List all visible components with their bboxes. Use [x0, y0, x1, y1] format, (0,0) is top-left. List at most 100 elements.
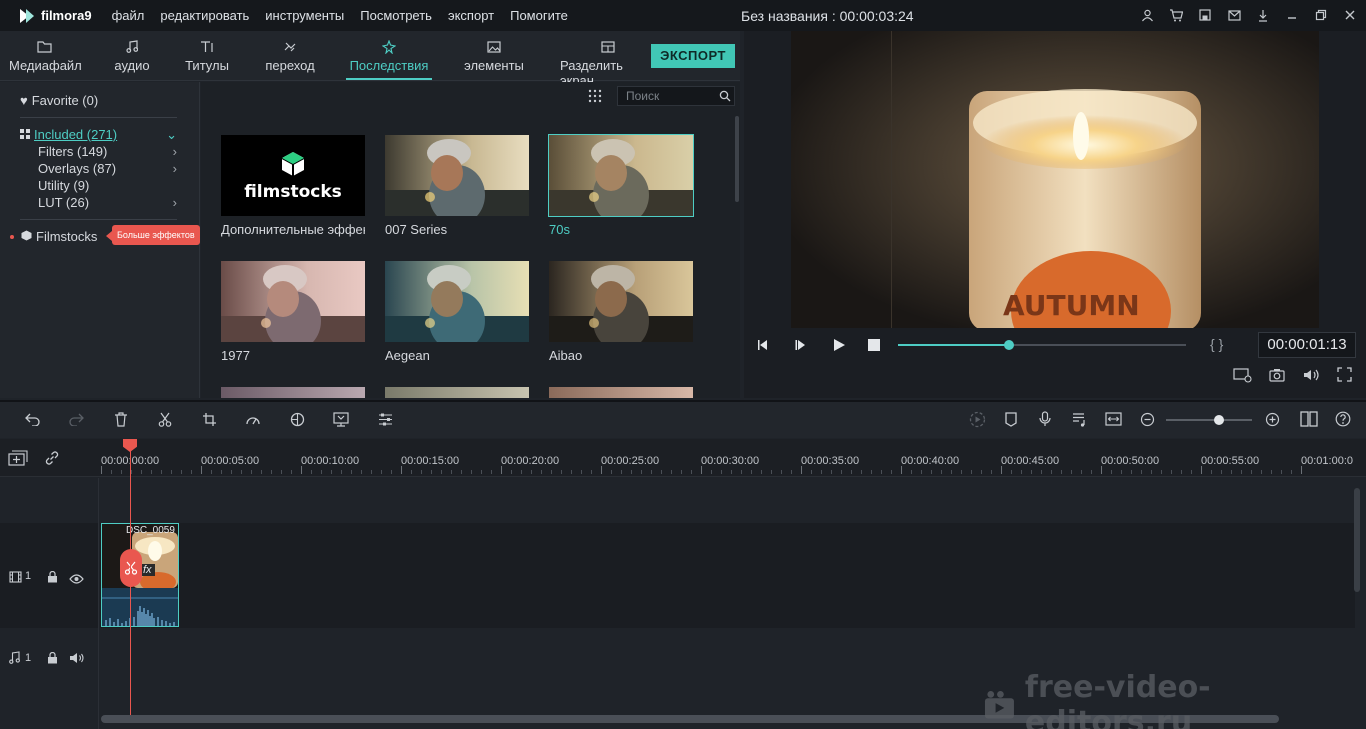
search-input[interactable]: Поиск	[617, 86, 735, 106]
stop-icon[interactable]	[868, 339, 880, 354]
timeline-vertical-scrollbar[interactable]	[1354, 488, 1360, 592]
undo-icon[interactable]	[24, 410, 42, 428]
speaker-icon[interactable]	[69, 651, 84, 669]
tab-effects[interactable]: Последствия	[347, 39, 431, 73]
zoom-slider-track[interactable]	[1166, 419, 1252, 421]
mail-icon[interactable]	[1226, 7, 1242, 23]
sidebar-item-overlays[interactable]: Overlays (87)	[38, 161, 116, 176]
fit-timeline-icon[interactable]	[1104, 410, 1122, 428]
split-scissors-icon[interactable]	[120, 549, 142, 587]
ruler-tick-minor	[741, 470, 742, 474]
green-screen-icon[interactable]	[332, 410, 350, 428]
color-icon[interactable]	[288, 410, 306, 428]
audio-mixer-icon[interactable]	[376, 410, 394, 428]
menu-help[interactable]: Помогите	[510, 8, 568, 23]
step-back-icon[interactable]	[756, 338, 770, 355]
link-icon[interactable]	[44, 450, 60, 471]
lock-icon[interactable]	[47, 651, 58, 669]
effects-scrollbar[interactable]	[735, 116, 739, 202]
ruler-tick-major	[701, 466, 702, 474]
save-icon[interactable]	[1197, 7, 1213, 23]
snapshot-icon[interactable]	[1269, 368, 1285, 385]
audio-track-number: 1	[25, 652, 32, 664]
speed-icon[interactable]	[244, 410, 262, 428]
effect-thumb-70s[interactable]	[548, 134, 694, 217]
cut-icon[interactable]	[156, 410, 174, 428]
ruler-tick-minor	[311, 470, 312, 474]
fullscreen-icon[interactable]	[1337, 367, 1352, 385]
sidebar-item-filters[interactable]: Filters (149)	[38, 144, 107, 159]
ruler-tick-minor	[771, 470, 772, 474]
effect-thumb-aegean[interactable]	[385, 261, 529, 342]
watermark-text: free-video-editors.ru	[1024, 670, 1211, 729]
voiceover-icon[interactable]	[1070, 410, 1088, 428]
chevron-down-icon[interactable]: ⌄	[166, 127, 177, 143]
close-icon[interactable]	[1342, 7, 1358, 23]
sidebar-item-label: Favorite (0)	[31, 93, 99, 108]
export-button[interactable]: ЭКСПОРТ	[651, 44, 735, 68]
mark-in-out-brackets[interactable]: { }	[1210, 336, 1223, 352]
tab-titles[interactable]: Титулы	[184, 40, 230, 73]
tab-media[interactable]: Медиафайл	[9, 40, 82, 73]
sidebar-item-utility[interactable]: Utility (9)	[38, 178, 89, 193]
minimize-icon[interactable]	[1284, 7, 1300, 23]
display-settings-icon[interactable]	[1233, 367, 1253, 386]
download-icon[interactable]	[1255, 7, 1271, 23]
zoom-out-icon[interactable]	[1138, 410, 1156, 428]
chevron-right-icon[interactable]: ›	[173, 161, 177, 176]
marker-icon[interactable]	[1002, 410, 1020, 428]
play-icon[interactable]	[832, 338, 846, 355]
ruler-tick-label: 00:00:45:00	[1001, 455, 1060, 467]
effect-thumb-1977[interactable]	[221, 261, 365, 342]
search-icon[interactable]	[719, 89, 731, 107]
effect-thumb-partial[interactable]	[221, 387, 365, 398]
chevron-right-icon[interactable]: ›	[173, 144, 177, 159]
effect-thumb-007-series[interactable]	[385, 135, 529, 216]
tab-label: Титулы	[185, 58, 229, 73]
menu-view[interactable]: Посмотреть	[360, 8, 432, 23]
tab-audio[interactable]: аудио	[112, 40, 152, 73]
ruler-tick-minor	[531, 470, 532, 474]
lock-icon[interactable]	[47, 570, 58, 588]
video-track-number: 1	[25, 570, 32, 582]
microphone-icon[interactable]	[1036, 410, 1054, 428]
help-icon[interactable]	[1334, 410, 1352, 428]
delete-icon[interactable]	[112, 410, 130, 428]
cart-icon[interactable]	[1168, 7, 1184, 23]
account-icon[interactable]	[1139, 7, 1155, 23]
effect-thumb-filmstocks[interactable]: filmstocks	[221, 135, 365, 216]
add-track-icon[interactable]	[8, 450, 28, 471]
effect-thumb-partial[interactable]	[549, 387, 693, 398]
tab-elements[interactable]: элементы	[462, 40, 526, 73]
more-effects-tooltip[interactable]: Больше эффектов	[106, 225, 200, 245]
effect-thumb-aibao[interactable]	[549, 261, 693, 342]
sidebar-item-lut[interactable]: LUT (26)	[38, 195, 89, 210]
layout-icon[interactable]	[1299, 410, 1319, 428]
sidebar-item-favorite[interactable]: ♥ Favorite (0)	[20, 93, 98, 108]
chevron-right-icon[interactable]: ›	[173, 195, 177, 210]
tab-transitions[interactable]: переход	[264, 40, 316, 73]
ruler-tick-minor	[1051, 470, 1052, 474]
menu-tools[interactable]: инструменты	[265, 8, 344, 23]
render-icon[interactable]	[968, 410, 986, 428]
grid-view-icon[interactable]	[588, 89, 602, 108]
menu-edit[interactable]: редактировать	[160, 8, 249, 23]
redo-icon[interactable]	[67, 410, 85, 428]
ruler-tick-minor	[1081, 470, 1082, 474]
eye-icon[interactable]	[69, 571, 84, 589]
menu-export[interactable]: экспорт	[448, 8, 494, 23]
empty-track-lane[interactable]	[100, 478, 1355, 523]
restore-icon[interactable]	[1313, 7, 1329, 23]
volume-icon[interactable]	[1303, 368, 1319, 385]
sidebar-item-included[interactable]: Included (271)	[20, 127, 117, 142]
menu-file[interactable]: файл	[112, 8, 145, 23]
video-track-lane[interactable]	[100, 523, 1355, 628]
zoom-slider-handle[interactable]	[1214, 415, 1224, 425]
tab-split-screen[interactable]: Разделить экран	[560, 40, 660, 88]
zoom-in-icon[interactable]	[1263, 410, 1281, 428]
sidebar-item-filmstocks[interactable]: Filmstocks	[10, 229, 97, 244]
effect-thumb-partial[interactable]	[385, 387, 529, 398]
playback-progress-handle[interactable]	[1004, 340, 1014, 350]
step-forward-icon[interactable]	[794, 338, 808, 355]
crop-icon[interactable]	[200, 410, 218, 428]
